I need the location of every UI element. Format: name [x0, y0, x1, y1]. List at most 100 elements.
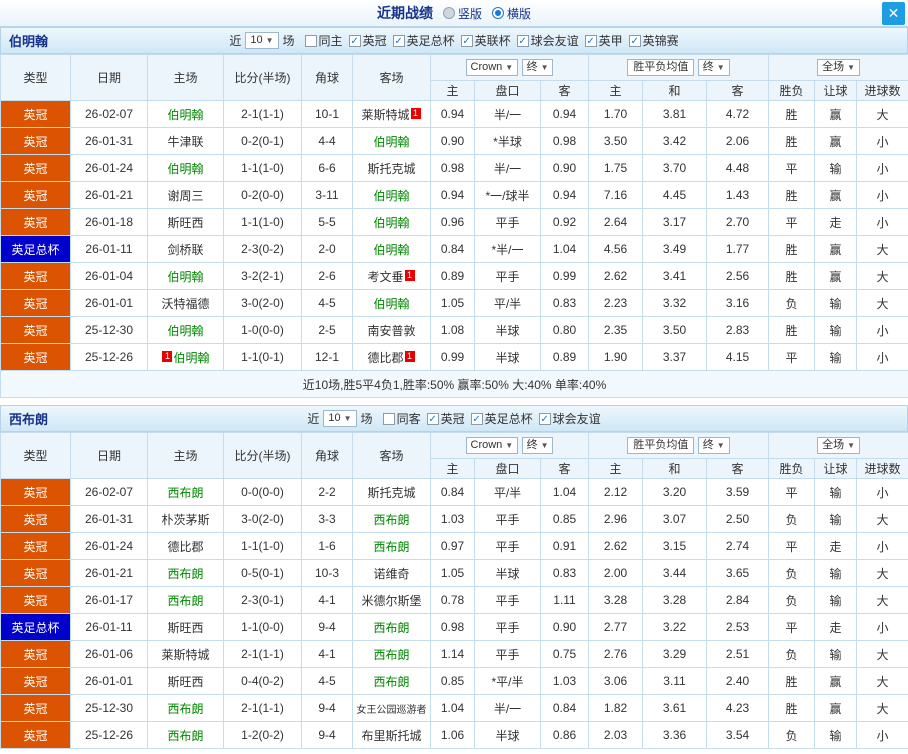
- col-bookmaker-away: 客: [540, 458, 589, 479]
- bookmaker-group-header: Crown ▼ 终 ▼: [430, 54, 589, 81]
- checkbox-icon[interactable]: ✓: [628, 34, 641, 47]
- match-row: 英冠 26-01-01 斯旺西 0-4(0-2) 4-5 西布朗 0.85 *平/半 1.03 3…: [0, 667, 908, 695]
- filter-英锦赛[interactable]: ✓ 英锦赛: [628, 32, 679, 49]
- result-handicap: 走: [814, 532, 858, 560]
- checkbox-icon[interactable]: ✓: [392, 34, 405, 47]
- col-type: 类型: [0, 432, 71, 479]
- bookmaker-select[interactable]: Crown ▼: [465, 437, 519, 454]
- chevron-down-icon: ▼: [343, 414, 352, 423]
- checkbox-icon[interactable]: ✓: [460, 34, 473, 47]
- filter-同主[interactable]: 同主: [304, 32, 343, 49]
- col-avg-away: 客: [705, 80, 770, 101]
- fullmatch-select[interactable]: 全场 ▼: [817, 59, 860, 76]
- avg-odds-group-header: 胜平负均值 终 ▼: [587, 54, 770, 81]
- away-team-cell: 西布朗: [352, 667, 431, 695]
- result-wdl: 胜: [768, 100, 816, 128]
- handicap-line: *半/一: [474, 235, 541, 263]
- team-name: 伯明翰: [373, 215, 410, 230]
- corner-count: 5-5: [301, 208, 353, 236]
- result-handicap: 输: [814, 343, 858, 371]
- avg-away-odds: 2.40: [705, 667, 770, 695]
- avg-away-odds: 2.83: [705, 316, 770, 344]
- final-odds-select[interactable]: 终 ▼: [521, 59, 554, 76]
- filter-英联杯[interactable]: ✓ 英联杯: [460, 32, 511, 49]
- radio-icon[interactable]: [442, 7, 455, 19]
- avg-draw-odds: 3.70: [642, 154, 707, 182]
- handicap-line: 半球: [474, 316, 541, 344]
- corner-count: 12-1: [301, 343, 353, 371]
- home-team-cell: 伯明翰: [147, 100, 224, 128]
- team-name: 伯明翰: [167, 269, 204, 284]
- checkbox-icon[interactable]: ✓: [584, 34, 597, 47]
- result-goals: 小: [856, 721, 908, 749]
- avg-draw-odds: 4.45: [642, 181, 707, 209]
- bookmaker-home-odds: 0.90: [430, 127, 475, 155]
- result-handicap: 输: [814, 559, 858, 587]
- bookmaker-away-odds: 0.90: [540, 154, 589, 182]
- filter-球会友谊[interactable]: ✓ 球会友谊: [516, 32, 579, 49]
- home-team-cell: 1 伯明翰: [147, 343, 224, 371]
- avg-away-odds: 2.51: [705, 640, 770, 668]
- checkbox-icon[interactable]: ✓: [470, 412, 483, 425]
- filter-球会友谊[interactable]: ✓ 球会友谊: [538, 410, 601, 427]
- home-team-cell: 西布朗: [147, 721, 224, 749]
- checkbox-icon[interactable]: ✓: [348, 34, 361, 47]
- result-goals: 大: [856, 262, 908, 290]
- checkbox-icon[interactable]: ✓: [516, 34, 529, 47]
- bookmaker-home-odds: 1.05: [430, 289, 475, 317]
- team-name: 伯明翰: [167, 323, 204, 338]
- result-handicap: 输: [814, 721, 858, 749]
- filter-英足总杯[interactable]: ✓ 英足总杯: [470, 410, 533, 427]
- final-odds-select[interactable]: 终 ▼: [521, 437, 554, 454]
- radio-vertical-layout[interactable]: 竖版: [442, 5, 482, 22]
- close-button[interactable]: ✕: [882, 2, 905, 25]
- home-team-cell: 斯旺西: [147, 208, 224, 236]
- avg-draw-odds: 3.17: [642, 208, 707, 236]
- home-team-cell: 斯旺西: [147, 613, 224, 641]
- avg-home-odds: 1.70: [588, 100, 643, 128]
- checkbox-icon[interactable]: ✓: [538, 412, 551, 425]
- avg-draw-odds: 3.49: [642, 235, 707, 263]
- final-odds-select[interactable]: 终 ▼: [697, 59, 730, 76]
- odds-avg-select[interactable]: 胜平负均值: [627, 437, 695, 454]
- match-date: 26-01-24: [70, 532, 148, 560]
- team-name: 伯明翰: [167, 161, 204, 176]
- result-goals: 小: [856, 532, 908, 560]
- corner-count: 3-11: [301, 181, 353, 209]
- bookmaker-away-odds: 0.83: [540, 289, 589, 317]
- score: 2-1(1-1): [223, 694, 302, 722]
- result-handicap: 赢: [814, 127, 858, 155]
- bookmaker-select[interactable]: Crown ▼: [465, 59, 519, 76]
- checkbox-icon[interactable]: [382, 412, 395, 425]
- fullmatch-select[interactable]: 全场 ▼: [817, 437, 860, 454]
- filter-英甲[interactable]: ✓ 英甲: [584, 32, 623, 49]
- team-title: 伯明翰: [9, 34, 49, 49]
- result-goals: 大: [856, 667, 908, 695]
- filter-英冠[interactable]: ✓ 英冠: [348, 32, 387, 49]
- avg-draw-odds: 3.11: [642, 667, 707, 695]
- league-badge: 英冠: [0, 262, 71, 290]
- match-count-select[interactable]: 10 ▼: [323, 410, 357, 427]
- result-goals: 小: [856, 316, 908, 344]
- chevron-down-icon: ▼: [265, 36, 274, 45]
- odds-avg-select[interactable]: 胜平负均值: [627, 59, 695, 76]
- col-bookmaker-home: 主: [430, 80, 475, 101]
- result-wdl: 负: [768, 559, 816, 587]
- filter-英冠[interactable]: ✓ 英冠: [426, 410, 465, 427]
- titlebar: 近期战绩 竖版 横版 ✕: [0, 0, 908, 27]
- result-goals: 小: [856, 208, 908, 236]
- checkbox-icon[interactable]: ✓: [426, 412, 439, 425]
- radio-horizontal-layout[interactable]: 横版: [492, 5, 531, 22]
- filter-英足总杯[interactable]: ✓ 英足总杯: [392, 32, 455, 49]
- checkbox-icon[interactable]: [304, 34, 317, 47]
- match-count-select[interactable]: 10 ▼: [245, 32, 279, 49]
- match-row: 英冠 26-01-18 斯旺西 1-1(1-0) 5-5 伯明翰 0.96 平手 0.92 2.6…: [0, 208, 908, 236]
- corner-count: 9-4: [301, 613, 353, 641]
- radio-selected-icon[interactable]: [492, 7, 504, 19]
- final-odds-select[interactable]: 终 ▼: [697, 437, 730, 454]
- avg-home-odds: 4.56: [588, 235, 643, 263]
- league-badge: 英冠: [0, 532, 71, 560]
- match-row: 英冠 26-01-01 沃特福德 3-0(2-0) 4-5 伯明翰 1.05 平/半 0.83 2…: [0, 289, 908, 317]
- avg-home-odds: 7.16: [588, 181, 643, 209]
- filter-同客[interactable]: 同客: [382, 410, 421, 427]
